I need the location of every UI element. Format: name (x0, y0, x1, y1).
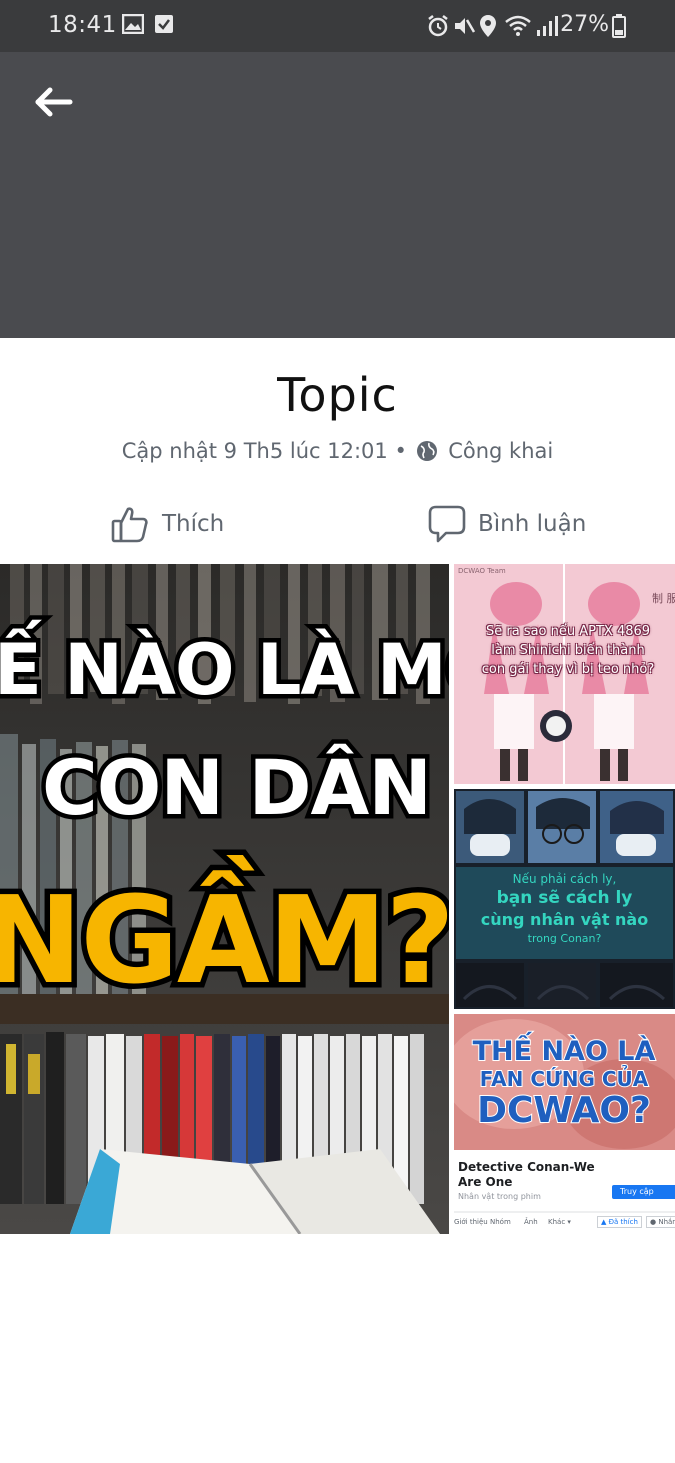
comment-button[interactable]: Bình luận (428, 500, 586, 548)
photo-3-tab: Nhóm (490, 1218, 511, 1226)
photo-1-side-text: 制 服 (652, 592, 675, 605)
photo-3-message-button: ● Nhắn tin (646, 1216, 675, 1228)
album-title: Topic (277, 368, 398, 422)
photo-thumbnail-3[interactable]: THẾ NÀO LÀ FAN CỨNG CỦA DCWAO? Detective… (454, 1014, 675, 1234)
meta-separator: • (394, 439, 407, 463)
photo-3-tab: Giới thiệu (454, 1218, 488, 1226)
photo-1-caption: Sẽ ra sao nếu APTX 4869 làm Shinichi biế… (481, 624, 655, 677)
photo-2-line-3: cùng nhân vật nào (480, 910, 649, 929)
photo-3-liked-button: ▲ Đã thích (597, 1216, 642, 1228)
photo-3-tab: Khác ▾ (548, 1218, 571, 1226)
comment-icon (428, 505, 466, 543)
photo-3-liked-label: Đã thích (608, 1218, 638, 1226)
main-line-3: NGẦM? (0, 856, 449, 1011)
status-bar: 18:41 27% (0, 0, 675, 52)
photo-3-headline-2: FAN CỨNG CỦA (480, 1066, 649, 1091)
photo-1-tag: DCWAO Team (458, 567, 506, 575)
photo-2-caption: Nếu phải cách ly, bạn sẽ cách ly cùng nh… (454, 871, 675, 947)
check-box-icon (155, 15, 173, 33)
photo-3-page-category: Nhân vật trong phim (458, 1192, 541, 1201)
alarm-icon (428, 15, 448, 37)
album-privacy: Công khai (448, 439, 554, 463)
photo-2-line-2: bạn sẽ cách ly (496, 888, 633, 908)
album-updated: Cập nhật 9 Th5 lúc 12:01 (121, 439, 388, 463)
globe-icon (416, 441, 437, 461)
main-line-2: CON DÂN FDC (42, 743, 449, 832)
battery-percent: 27% (560, 12, 609, 37)
photo-3-tab: Ảnh (524, 1218, 538, 1226)
like-button[interactable]: Thích (110, 500, 224, 548)
photo-main[interactable]: Ế NÀO LÀ MỘT CON DÂN FDC NGẦM? (0, 564, 449, 1234)
photo-3-headline-1: THẾ NÀO LÀ (473, 1032, 656, 1067)
thumbs-up-icon (111, 507, 148, 543)
photo-thumbnail-1[interactable]: DCWAO Team 制 服 Sẽ ra sao nếu APTX 4869 l… (454, 564, 675, 784)
photo-3-page-name: Detective Conan-We Are One (458, 1160, 595, 1189)
photo-3-headline-3: DCWAO? (477, 1090, 651, 1131)
photo-thumbnail-2[interactable]: Nếu phải cách ly, bạn sẽ cách ly cùng nh… (454, 789, 675, 1009)
album-meta: Cập nhật 9 Th5 lúc 12:01 • Công khai (0, 438, 675, 463)
photo-3-image: THẾ NÀO LÀ FAN CỨNG CỦA DCWAO? (454, 1014, 675, 1234)
empty-area (0, 1234, 675, 1463)
back-arrow-icon[interactable] (30, 84, 76, 120)
battery-icon (612, 14, 626, 38)
main-line-1: Ế NÀO LÀ MỘT (0, 620, 449, 711)
photo-3-follow-button: Truy cập (612, 1185, 675, 1199)
status-time: 18:41 (48, 12, 117, 38)
photo-2-line-1: Nếu phải cách ly, (512, 872, 617, 886)
image-icon (122, 14, 144, 34)
location-icon (480, 15, 496, 37)
album-cover-area (0, 52, 675, 338)
photo-main-image: Ế NÀO LÀ MỘT CON DÂN FDC NGẦM? (0, 564, 449, 1234)
comment-label: Bình luận (478, 511, 587, 537)
photo-2-line-4: trong Conan? (527, 932, 602, 945)
signal-icon (537, 16, 558, 36)
wifi-icon (505, 15, 531, 36)
mute-icon (455, 18, 476, 34)
like-label: Thích (162, 511, 225, 537)
photo-3-message-label: Nhắn tin (658, 1218, 675, 1226)
photo-3-follow-label: Truy cập (620, 1187, 654, 1196)
